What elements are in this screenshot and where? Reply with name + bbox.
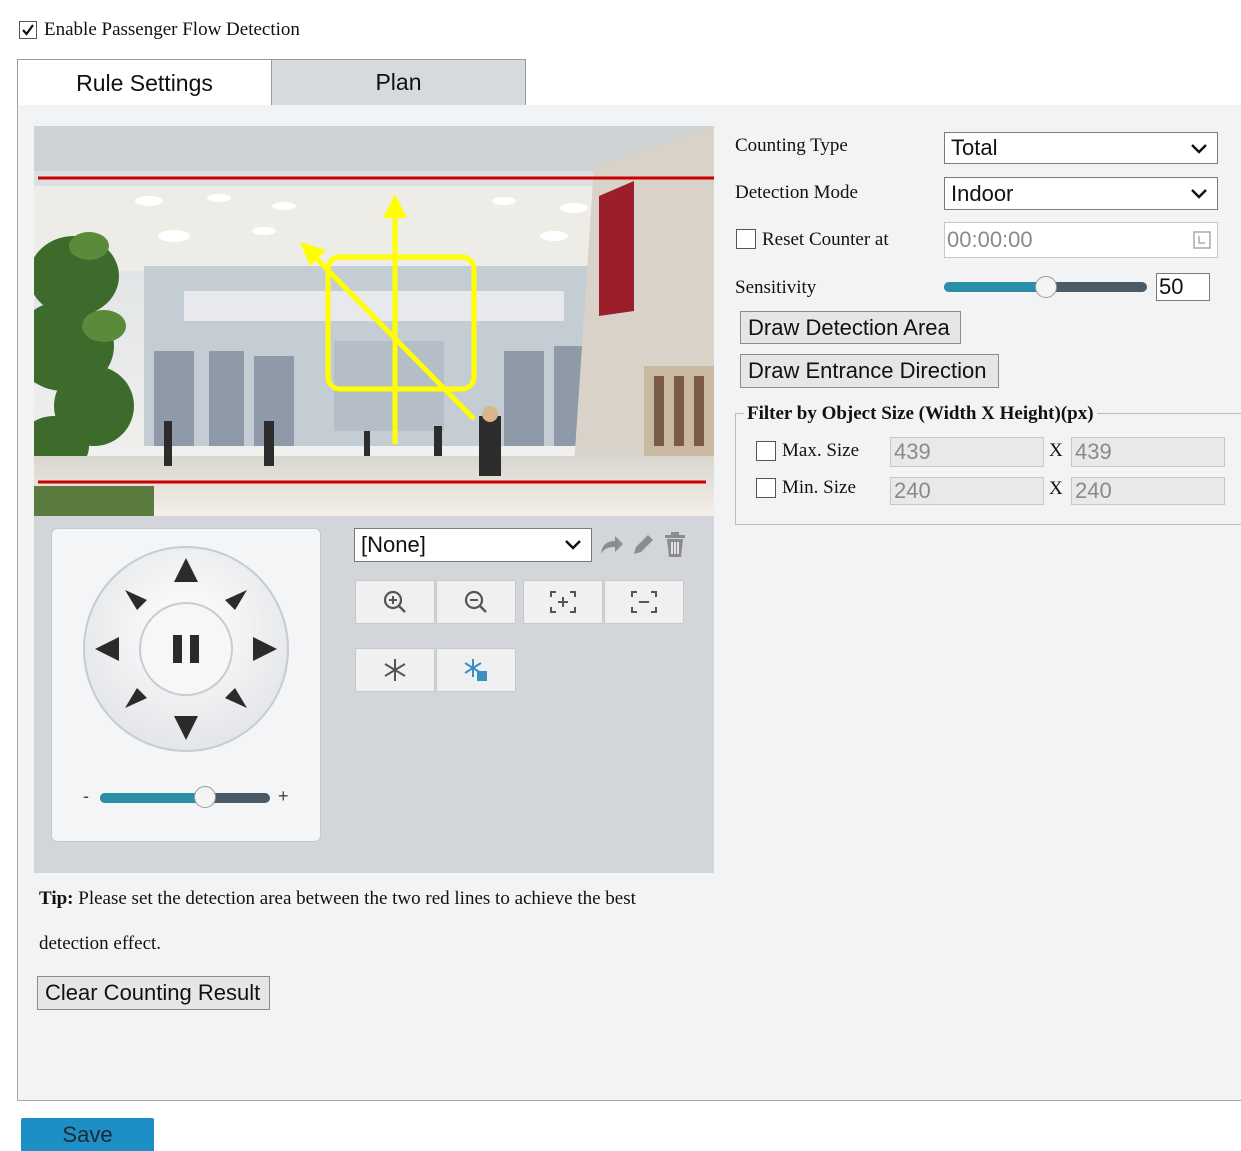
tab-plan[interactable]: Plan <box>271 59 526 106</box>
min-size-width-input[interactable]: 240 <box>890 477 1044 505</box>
sensitivity-handle[interactable] <box>1034 276 1057 298</box>
zoom-in-icon <box>383 590 406 613</box>
wiper-button[interactable] <box>436 648 516 692</box>
clock-icon[interactable] <box>1193 231 1211 249</box>
reset-counter-time-value: 00:00:00 <box>947 227 1033 252</box>
ptz-direction-pad[interactable] <box>81 544 291 754</box>
detection-mode-label: Detection Mode <box>735 182 858 203</box>
snowflake-icon <box>384 659 406 681</box>
tab-rule-settings[interactable]: Rule Settings <box>17 59 272 106</box>
enable-detection-checkbox[interactable] <box>19 21 37 39</box>
speed-minus-label: - <box>83 786 89 806</box>
counting-type-value: Total <box>951 135 998 160</box>
delete-preset-icon[interactable] <box>662 531 688 559</box>
max-size-checkbox[interactable] <box>756 441 776 461</box>
light-button[interactable] <box>355 648 435 692</box>
edit-preset-icon[interactable] <box>630 532 656 558</box>
chevron-down-icon <box>1191 144 1207 154</box>
checkmark-icon <box>22 24 34 36</box>
object-size-filter-group <box>735 413 1241 525</box>
preset-select[interactable]: [None] <box>354 528 592 562</box>
min-size-separator: X <box>1049 478 1063 499</box>
focus-near-button[interactable] <box>523 580 603 624</box>
chevron-down-icon <box>1191 189 1207 199</box>
tip-text: Please set the detection area between th… <box>78 888 636 909</box>
max-size-separator: X <box>1049 440 1063 461</box>
clear-counting-result-button[interactable]: Clear Counting Result <box>37 976 270 1010</box>
min-size-height-input[interactable]: 240 <box>1071 477 1225 505</box>
draw-detection-area-button[interactable]: Draw Detection Area <box>740 311 961 344</box>
draw-entrance-direction-button[interactable]: Draw Entrance Direction <box>740 354 999 388</box>
focus-near-icon <box>550 591 576 613</box>
detection-mode-value: Indoor <box>951 180 1014 206</box>
goto-preset-icon[interactable] <box>598 532 624 558</box>
tip-label: Tip: <box>39 888 74 909</box>
reset-counter-time-input[interactable]: 00:00:00 <box>944 222 1218 258</box>
reset-counter-checkbox[interactable] <box>736 229 756 249</box>
zoom-in-button[interactable] <box>355 580 435 624</box>
preset-select-value: [None] <box>361 532 426 557</box>
counting-type-label: Counting Type <box>735 135 848 156</box>
detection-mode-select[interactable]: Indoor <box>944 177 1218 210</box>
pause-icon-bar-left <box>173 635 182 663</box>
zoom-out-button[interactable] <box>436 580 516 624</box>
detection-area-rect <box>325 254 477 392</box>
entrance-arrow-head <box>383 194 407 218</box>
reset-counter-label: Reset Counter at <box>762 229 889 250</box>
min-size-checkbox[interactable] <box>756 478 776 498</box>
object-size-filter-legend: Filter by Object Size (Width X Height)(p… <box>744 403 1097 425</box>
sensitivity-input[interactable]: 50 <box>1156 273 1210 301</box>
tip-line2: detection effect. <box>39 933 162 954</box>
zoom-out-icon <box>464 590 487 613</box>
max-size-label: Max. Size <box>782 440 860 461</box>
pause-icon-bar-right <box>190 635 199 663</box>
ptz-speed-slider[interactable] <box>100 786 270 808</box>
save-button[interactable]: Save <box>21 1118 154 1151</box>
max-size-height-input[interactable]: 439 <box>1071 437 1225 467</box>
min-size-label: Min. Size <box>782 477 856 498</box>
max-size-width-input[interactable]: 439 <box>890 437 1044 467</box>
counting-type-select[interactable]: Total <box>944 132 1218 164</box>
chevron-down-icon <box>565 540 581 550</box>
enable-detection-label: Enable Passenger Flow Detection <box>44 19 300 40</box>
sensitivity-fill <box>944 282 1046 292</box>
focus-far-button[interactable] <box>604 580 684 624</box>
focus-far-icon <box>631 591 657 613</box>
detection-overlay <box>38 176 714 484</box>
sensitivity-slider[interactable] <box>944 276 1147 298</box>
sensitivity-label: Sensitivity <box>735 277 817 298</box>
defog-icon <box>464 659 487 681</box>
tip-line1: Tip: Please set the detection area betwe… <box>39 888 709 910</box>
speed-plus-label: + <box>278 786 289 806</box>
ptz-speed-fill <box>100 793 206 803</box>
